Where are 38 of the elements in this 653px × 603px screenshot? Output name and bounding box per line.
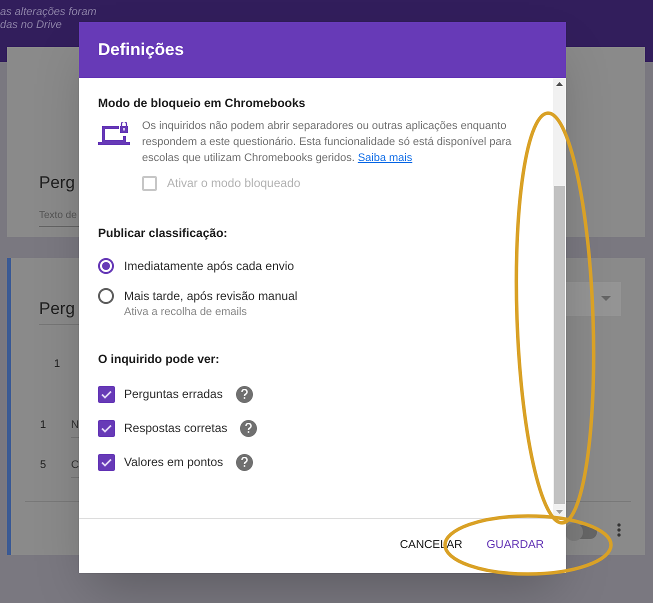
section-heading: Publicar classificação: xyxy=(98,225,228,242)
dropdown-caret-icon xyxy=(601,296,611,301)
checkbox[interactable] xyxy=(98,386,115,402)
help-icon[interactable] xyxy=(236,454,254,470)
check-icon xyxy=(101,458,112,466)
radio-button[interactable] xyxy=(98,288,114,304)
help-icon[interactable] xyxy=(236,386,253,402)
label-number: 1 xyxy=(40,418,46,433)
radio-label: Imediatamente após cada envio xyxy=(124,258,294,274)
option-note: Ativa a recolha de emails xyxy=(124,305,248,320)
checkbox-label: Ativar o modo bloqueado xyxy=(167,175,300,192)
help-icon[interactable] xyxy=(240,420,258,436)
learn-more-link[interactable]: Saiba mais xyxy=(358,152,412,164)
checkbox-label: Respostas corretas xyxy=(124,420,228,437)
checkbox[interactable] xyxy=(98,420,115,436)
label-number: 5 xyxy=(40,458,46,473)
dialog-title: Definições xyxy=(98,39,184,62)
radio-button[interactable] xyxy=(98,258,114,274)
check-icon xyxy=(101,424,112,432)
save-notice: das no Drive xyxy=(0,19,63,32)
check-icon xyxy=(101,390,112,398)
checkbox[interactable] xyxy=(98,454,115,470)
lockdown-description: Os inquiridos não podem abrir separadores ou outras aplicações enquanto respondem a este questionário. Esta funcionalidade só está disponível para escolas que utilizam Chromebooks geridos. Saiba mais xyxy=(142,119,512,166)
scrollbar-thumb[interactable] xyxy=(554,186,565,504)
laptop-lock-icon xyxy=(98,122,130,146)
scale-start[interactable]: 1 xyxy=(54,356,60,372)
save-notice: as alterações foram xyxy=(0,6,98,19)
section-heading: Modo de bloqueio em Chromebooks xyxy=(98,95,306,112)
radio-label: Mais tarde, após revisão manual xyxy=(124,288,298,304)
toggle-switch[interactable] xyxy=(567,525,597,539)
scrollbar[interactable] xyxy=(553,78,566,518)
scroll-up-icon[interactable] xyxy=(556,82,563,86)
question-title: Perg xyxy=(39,172,75,194)
checkbox-label: Valores em pontos xyxy=(124,454,224,471)
more-icon[interactable] xyxy=(617,523,621,537)
save-button[interactable]: GUARDAR xyxy=(476,529,554,563)
checkbox-label: Perguntas erradas xyxy=(124,386,223,403)
section-heading: O inquirido pode ver: xyxy=(98,351,220,368)
